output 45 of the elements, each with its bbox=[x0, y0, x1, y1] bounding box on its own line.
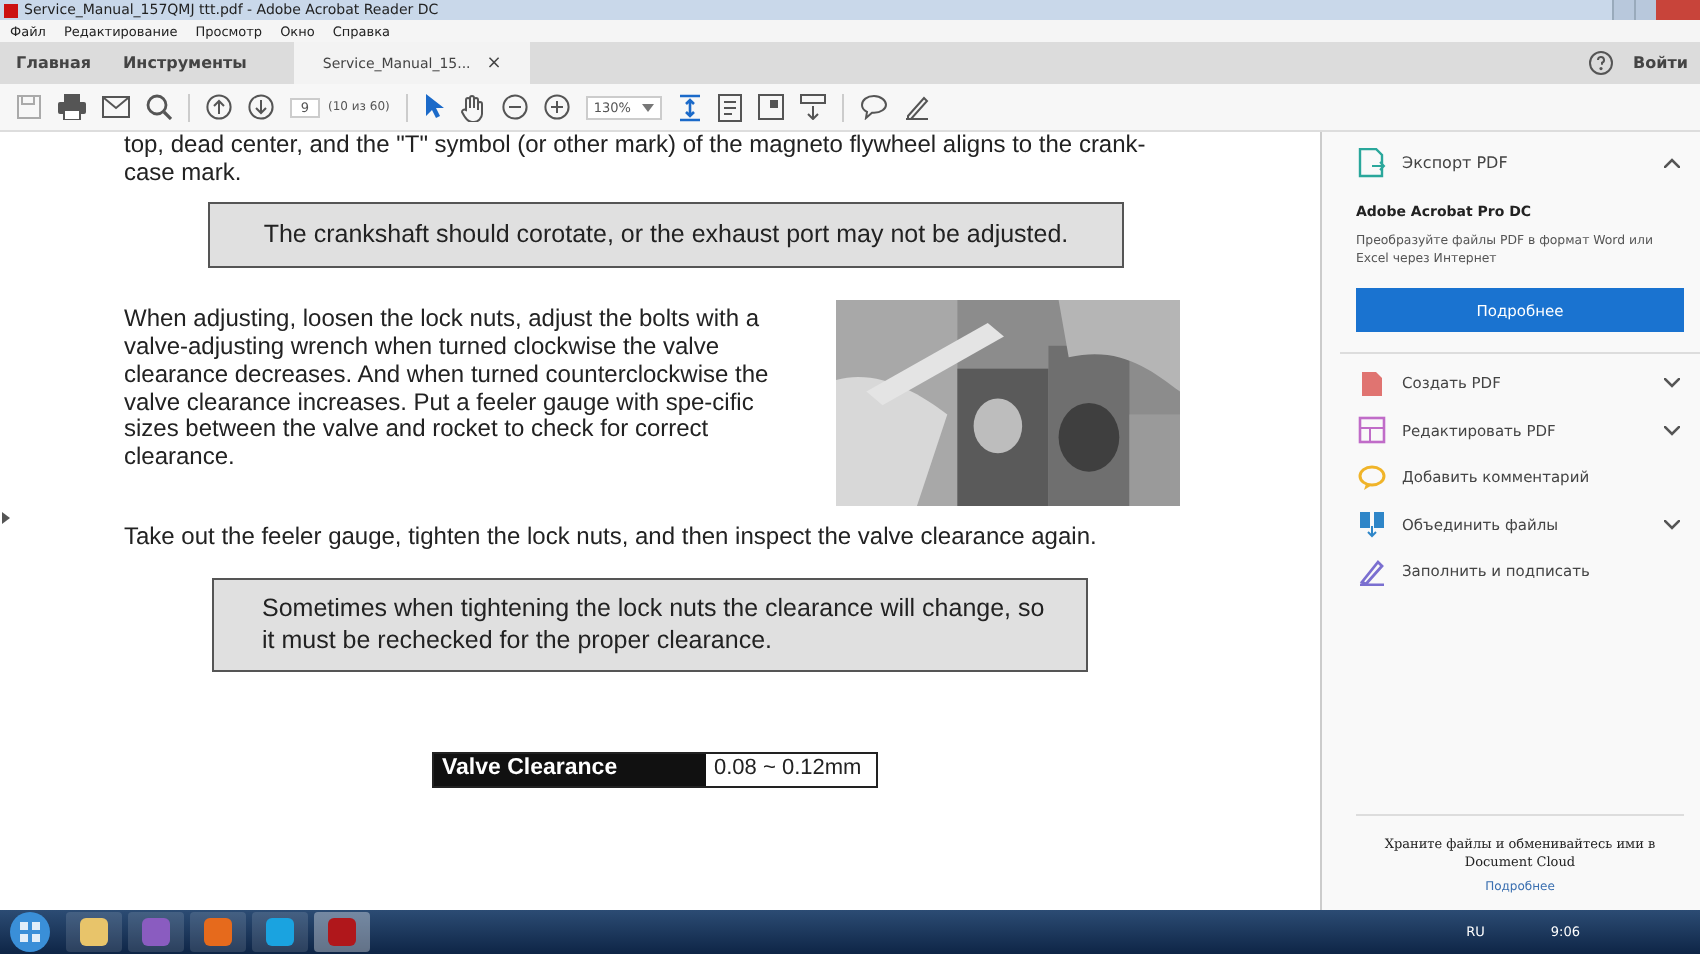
taskbar-app-icon[interactable] bbox=[190, 912, 246, 952]
export-pdf-header[interactable]: Экспорт PDF bbox=[1340, 132, 1700, 192]
table-cell-text: 0.08 ~ 0.12mm bbox=[712, 754, 864, 785]
paragraph: When adjusting, loosen the lock nuts, adjust the bolts with a valve-adjusting wrench when turned clockwise the valve clearance decreases. And when turned counterclockwise the valve clearance increases. Put a feeler gauge with spe-cific sizes between the valve and rocket to check for correct clearance. bbox=[124, 306, 771, 474]
note-text: Sometimes when tightening the lock nuts the clearance will change, so it must be rechecked for the proper clearance. bbox=[212, 578, 1088, 673]
window-controls[interactable] bbox=[1612, 0, 1700, 20]
help-icon[interactable] bbox=[1587, 50, 1614, 76]
arrow-down-icon[interactable] bbox=[248, 94, 274, 120]
pdf-icon bbox=[4, 3, 18, 17]
taskbar-app-icon[interactable] bbox=[66, 912, 122, 952]
caret-icon bbox=[642, 103, 655, 111]
paragraph: top, dead center, and the "T" symbol (or other mark) of the magneto flywheel aligns to the crank-case mark. bbox=[124, 132, 1148, 187]
files-icon bbox=[1358, 510, 1386, 539]
comment-icon[interactable] bbox=[860, 94, 889, 120]
tab[interactable]: Главная bbox=[0, 42, 107, 84]
sign-in-link[interactable]: Войти bbox=[1633, 54, 1688, 72]
start-button[interactable] bbox=[8, 910, 52, 954]
paragraph: Take out the feeler gauge, tighten the lock nuts, and then inspect the valve clearance again. bbox=[124, 524, 1099, 553]
taskbar-app-icon[interactable] bbox=[252, 912, 308, 952]
zoom-out-icon[interactable] bbox=[501, 94, 528, 120]
search-icon[interactable] bbox=[146, 94, 172, 120]
chevron-icon bbox=[1664, 519, 1680, 530]
tab[interactable]: Инструменты bbox=[106, 42, 263, 84]
document-icon bbox=[1358, 369, 1386, 398]
page-icon[interactable] bbox=[718, 93, 743, 121]
chevron-icon bbox=[1664, 425, 1680, 436]
table-header-cell: Valve Clearance bbox=[434, 754, 706, 786]
close-icon[interactable]: × bbox=[486, 53, 502, 73]
note-text: The crankshaft should corotate, or the exhaust port may not be adjusted. bbox=[208, 202, 1124, 269]
arrow-up-icon[interactable] bbox=[206, 94, 232, 120]
pen-icon bbox=[1358, 557, 1386, 586]
cursor-icon[interactable] bbox=[423, 94, 444, 120]
document-icon bbox=[1358, 416, 1386, 445]
pen-icon[interactable] bbox=[904, 94, 931, 120]
fit-page-icon[interactable] bbox=[678, 93, 703, 121]
print-icon[interactable] bbox=[58, 94, 86, 120]
export-pdf-icon bbox=[1358, 147, 1386, 177]
scroll-mode-icon[interactable] bbox=[800, 94, 827, 120]
chevron-icon bbox=[1664, 378, 1680, 389]
speech-bubble-icon bbox=[1358, 463, 1386, 492]
zoom-in-icon[interactable] bbox=[543, 94, 570, 120]
collapse-arrow-icon[interactable] bbox=[2, 512, 10, 524]
mail-icon[interactable] bbox=[102, 96, 130, 118]
hand-icon[interactable] bbox=[459, 93, 486, 121]
fullscreen-icon[interactable] bbox=[758, 94, 785, 120]
